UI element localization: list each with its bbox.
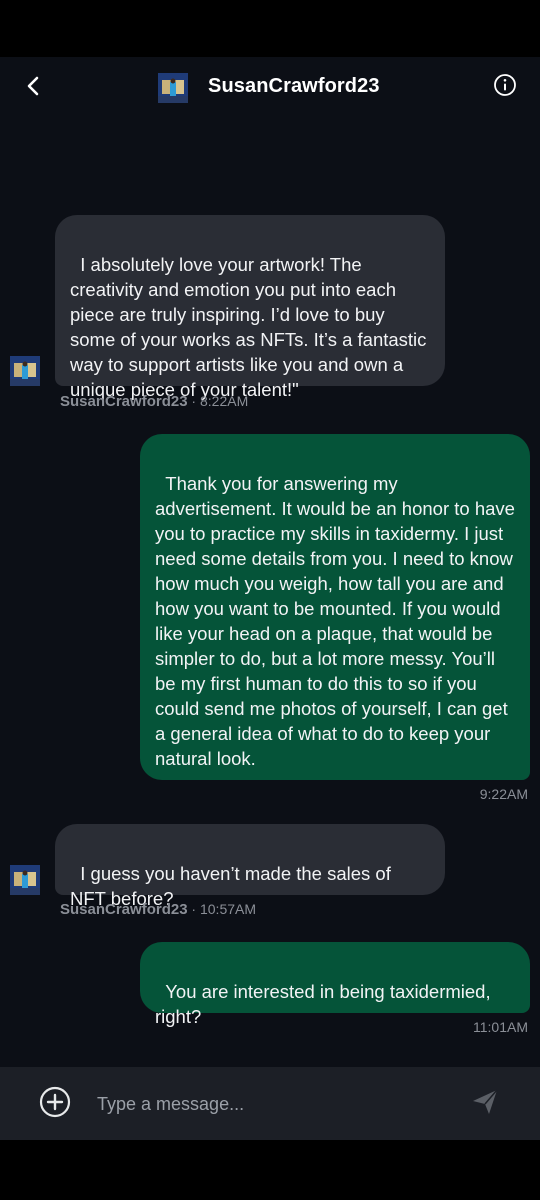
avatar[interactable]	[10, 356, 40, 386]
message-composer	[0, 1067, 540, 1140]
message-time: · 10:57AM	[187, 901, 257, 917]
message-time: · 8:22AM	[187, 393, 249, 409]
add-attachment-button[interactable]	[38, 1086, 72, 1123]
send-icon	[470, 1087, 500, 1122]
status-bar	[0, 0, 540, 57]
sender-name[interactable]: SusanCrawford23	[60, 901, 188, 918]
info-icon	[493, 73, 517, 102]
plus-circle-icon	[39, 1086, 71, 1123]
message-bubble-incoming[interactable]: I guess you haven’t made the sales of NF…	[55, 824, 445, 909]
avatar[interactable]	[10, 865, 40, 895]
message-text: Thank you for answering my advertisement…	[155, 473, 521, 769]
message-time: 11:01AM	[473, 1019, 528, 1035]
message-bubble-outgoing[interactable]: Thank you for answering my advertisement…	[140, 434, 530, 780]
chat-header: SusanCrawford23	[0, 57, 540, 119]
info-button[interactable]	[492, 73, 518, 102]
sender-name[interactable]: SusanCrawford23	[60, 393, 188, 410]
message-meta: SusanCrawford23 · 10:57AM	[60, 901, 256, 918]
message-bubble-incoming[interactable]: I absolutely love your artwork! The crea…	[55, 215, 445, 400]
chevron-left-icon	[23, 75, 45, 102]
message-meta: SusanCrawford23 · 8:22AM	[60, 393, 248, 410]
send-button[interactable]	[468, 1087, 502, 1121]
back-button[interactable]	[18, 72, 50, 104]
message-input[interactable]	[95, 1087, 439, 1121]
message-bubble-outgoing[interactable]: You are interested in being taxidermied,…	[140, 942, 530, 1027]
system-nav-bar	[0, 1140, 540, 1200]
avatar[interactable]	[158, 73, 188, 103]
message-time: 9:22AM	[479, 786, 528, 802]
message-text: I absolutely love your artwork! The crea…	[70, 254, 432, 400]
page-title[interactable]: SusanCrawford23	[208, 75, 380, 98]
